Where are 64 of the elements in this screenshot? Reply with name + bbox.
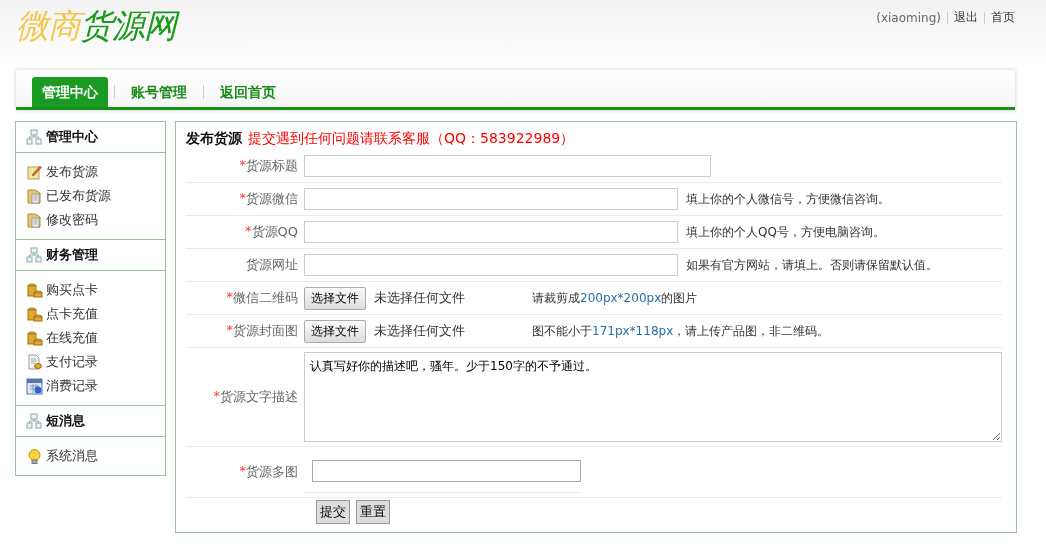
contact-notice: 提交遇到任何问题请联系客服（QQ：583922989） xyxy=(248,130,575,148)
sidebar-item[interactable]: 修改密码 xyxy=(46,211,98,229)
sitemap-icon xyxy=(26,129,42,145)
sidebar-item[interactable]: 发布货源 xyxy=(46,163,98,181)
sidebar-item[interactable]: 已发布货源 xyxy=(46,187,111,205)
folder-icon xyxy=(26,187,43,205)
field-label: 货源多图 xyxy=(246,463,298,481)
field-hint: 请裁剪成200px*200px的图片 xyxy=(532,289,698,307)
sidebar-item[interactable]: 在线充值 xyxy=(46,329,98,347)
field-hint: 图不能小于171px*118px，请上传产品图，非二维码。 xyxy=(532,322,830,340)
required-mark: * xyxy=(226,289,233,306)
field-label: 微信二维码 xyxy=(233,289,298,307)
file-status: 未选择任何文件 xyxy=(374,322,466,340)
sidebar-item[interactable]: 购买点卡 xyxy=(46,281,98,299)
field-label: 货源封面图 xyxy=(233,322,298,340)
coins-icon xyxy=(26,329,43,347)
input-field[interactable] xyxy=(312,459,581,482)
note-icon xyxy=(26,163,43,181)
field-label: 货源微信 xyxy=(246,190,298,208)
field-hint: 填上你的个人QQ号，方便电脑咨询。 xyxy=(686,223,885,241)
field-label: 货源标题 xyxy=(246,157,298,175)
input-field[interactable] xyxy=(304,221,678,243)
file-status: 未选择任何文件 xyxy=(374,289,466,307)
required-mark: * xyxy=(245,223,252,238)
nav-tab[interactable]: 账号管理 xyxy=(121,77,197,107)
choose-file-button[interactable]: 选择文件 xyxy=(304,319,366,343)
input-field[interactable] xyxy=(304,254,678,276)
sidebar-heading: 短消息 xyxy=(46,412,85,430)
coins-icon xyxy=(26,305,43,323)
field-label: 货源文字描述 xyxy=(220,388,298,406)
field-label: 货源QQ xyxy=(251,223,298,241)
sidebar-item[interactable]: 消费记录 xyxy=(46,377,98,395)
required-mark: * xyxy=(226,322,233,337)
form-button[interactable]: 重置 xyxy=(356,500,390,524)
header-link[interactable]: 退出 xyxy=(954,9,978,26)
input-field[interactable] xyxy=(304,188,678,210)
calendar-icon xyxy=(26,377,43,395)
input-field[interactable] xyxy=(304,155,711,177)
lightbulb-icon xyxy=(26,447,43,465)
required-mark: * xyxy=(213,388,220,403)
username-text: (xiaoming) xyxy=(876,10,941,25)
required-mark: * xyxy=(239,190,246,205)
folder-icon xyxy=(26,211,43,229)
sidebar-heading: 管理中心 xyxy=(46,128,98,146)
required-mark: * xyxy=(239,157,246,172)
sitemap-icon xyxy=(26,413,42,429)
choose-file-button[interactable]: 选择文件 xyxy=(304,286,366,310)
receipt-icon xyxy=(26,353,43,371)
sidebar-item[interactable]: 点卡充值 xyxy=(46,305,98,323)
coins-icon xyxy=(26,281,43,299)
field-hint: 如果有官方网站，请填上。否则请保留默认值。 xyxy=(686,256,938,274)
header-link[interactable]: 首页 xyxy=(991,9,1015,26)
sitemap-icon xyxy=(26,247,42,263)
sidebar-heading: 财务管理 xyxy=(46,246,98,264)
form-button[interactable]: 提交 xyxy=(316,500,350,524)
field-label: 货源网址 xyxy=(246,256,298,274)
required-mark: * xyxy=(239,463,246,478)
field-hint: 填上你的个人微信号，方便微信咨询。 xyxy=(686,190,890,208)
sidebar-item[interactable]: 支付记录 xyxy=(46,353,98,371)
form-title: 发布货源 xyxy=(186,130,242,148)
nav-tab[interactable]: 返回首页 xyxy=(210,77,286,107)
nav-tab[interactable]: 管理中心 xyxy=(32,77,108,107)
description-field[interactable]: 认真写好你的描述吧，骚年。少于150字的不予通过。 xyxy=(304,352,1002,442)
sidebar-item[interactable]: 系统消息 xyxy=(46,447,98,465)
